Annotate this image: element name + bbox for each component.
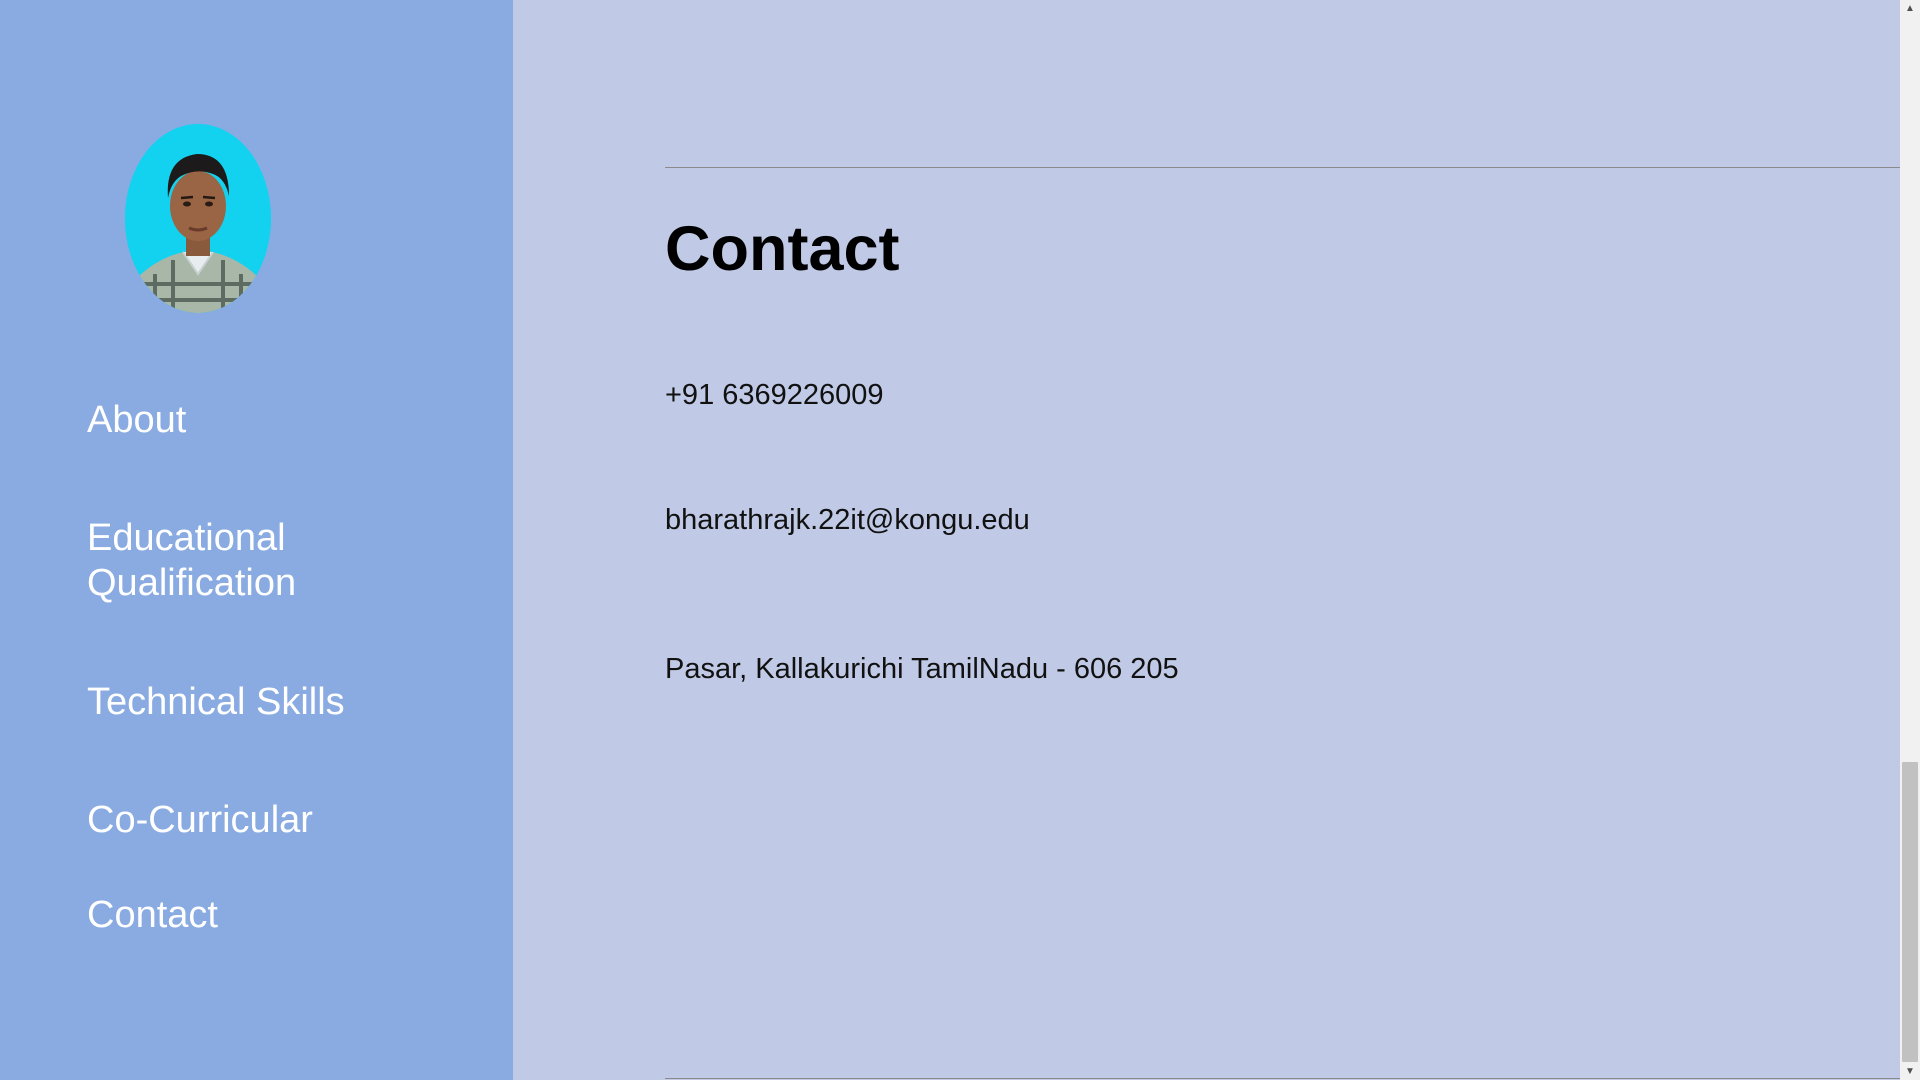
contact-phone: +91 6369226009 xyxy=(665,379,884,411)
nav-item-about[interactable]: About xyxy=(87,398,186,443)
nav-item-technical-skills[interactable]: Technical Skills xyxy=(87,680,345,725)
vertical-scrollbar[interactable]: ▲ ▼ xyxy=(1900,0,1920,1080)
contact-email: bharathrajk.22it@kongu.edu xyxy=(665,504,1030,536)
nav-item-educational-qualification[interactable]: Educational Qualification xyxy=(87,516,296,606)
scroll-down-arrow-icon[interactable]: ▼ xyxy=(1900,1063,1920,1080)
contact-address: Pasar, Kallakurichi TamilNadu - 606 205 xyxy=(665,653,1179,685)
scroll-thumb[interactable] xyxy=(1902,762,1918,1062)
section-divider-bottom xyxy=(665,1078,1900,1079)
scroll-up-arrow-icon[interactable]: ▲ xyxy=(1900,0,1920,17)
section-divider xyxy=(665,167,1900,168)
profile-photo-icon xyxy=(125,124,271,313)
nav-item-contact[interactable]: Contact xyxy=(87,893,218,938)
profile-avatar xyxy=(125,124,271,313)
nav-item-co-curricular[interactable]: Co-Curricular xyxy=(87,798,313,843)
sidebar: About Educational Qualification Technica… xyxy=(0,0,513,1080)
main-content: Contact +91 6369226009 bharathrajk.22it@… xyxy=(513,0,1900,1080)
section-title: Contact xyxy=(665,214,900,284)
